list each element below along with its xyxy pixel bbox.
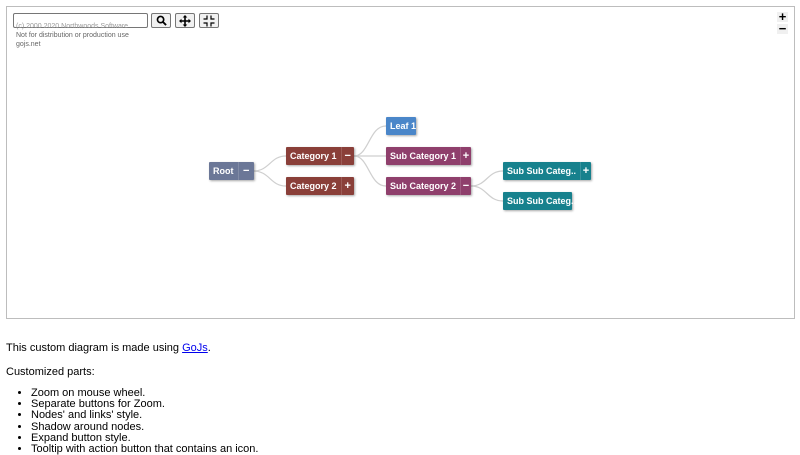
collapse-button[interactable]: − (237, 162, 255, 180)
node-label: Sub Sub Categ.. (507, 196, 577, 206)
gojs-link[interactable]: GoJs (182, 342, 208, 354)
node-sub-sub-category-2[interactable]: Sub Sub Categ.. (503, 192, 576, 210)
expand-button[interactable]: + (460, 147, 471, 165)
fit-icon (203, 15, 215, 26)
watermark-notice: Not for distribution or production use (16, 32, 129, 39)
node-sub-category-2[interactable]: Sub Category 2 − (386, 177, 471, 195)
node-leaf-1[interactable]: Leaf 1 (386, 117, 416, 135)
customized-list: Zoom on mouse wheel. Separate buttons fo… (6, 387, 786, 455)
node-sub-category-1[interactable]: Sub Category 1 + (386, 147, 471, 165)
node-label: Sub Sub Categ.. (507, 166, 577, 176)
node-sub-sub-category-1[interactable]: Sub Sub Categ.. + (503, 162, 591, 180)
watermark-copyright: (c) 2000 2020 Northwoods Software (16, 23, 129, 30)
link-cat1-leaf1 (353, 125, 387, 157)
collapse-button[interactable]: − (340, 147, 354, 165)
link-sub2-subsub2 (470, 185, 504, 202)
list-item: Nodes' and links' style. (31, 410, 786, 421)
pan-button[interactable] (175, 13, 195, 28)
node-label: Sub Category 1 (390, 151, 457, 161)
move-icon (179, 14, 191, 27)
intro-paragraph: This custom diagram is made using GoJs. (6, 341, 786, 355)
customized-heading: Customized parts: (6, 366, 95, 378)
list-item: Separate buttons for Zoom. (31, 398, 786, 410)
node-label: Category 1 (290, 151, 337, 161)
zoom-out-button[interactable]: − (777, 21, 788, 36)
node-label: Sub Category 2 (390, 181, 457, 191)
intro-suffix: . (207, 342, 211, 354)
node-root[interactable]: Root − (209, 162, 254, 180)
search-button[interactable] (151, 13, 171, 28)
search-icon (156, 15, 167, 26)
collapse-button[interactable]: − (460, 177, 471, 195)
list-item: Shadow around nodes. (31, 421, 786, 433)
diagram-canvas[interactable]: (c) 2000 2020 Northwoods Software Not fo… (6, 6, 795, 319)
node-label: Leaf 1 (390, 121, 417, 131)
node-label: Root (213, 166, 234, 176)
node-category-2[interactable]: Category 2 + (286, 177, 354, 195)
link-sub2-subsub1 (470, 170, 504, 187)
description: This custom diagram is made using GoJs. … (6, 341, 786, 455)
link-cat1-sub2 (353, 155, 387, 187)
zoom-out-icon: − (778, 21, 787, 36)
watermark-site: gojs.net (16, 41, 41, 48)
expand-button[interactable]: + (580, 162, 591, 180)
link-root-cat2 (252, 170, 287, 187)
node-category-1[interactable]: Category 1 − (286, 147, 354, 165)
link-root-cat1 (252, 155, 287, 172)
node-label: Category 2 (290, 181, 337, 191)
expand-button[interactable]: + (340, 177, 354, 195)
intro-text: This custom diagram is made using (6, 342, 183, 354)
fit-button[interactable] (199, 13, 219, 28)
